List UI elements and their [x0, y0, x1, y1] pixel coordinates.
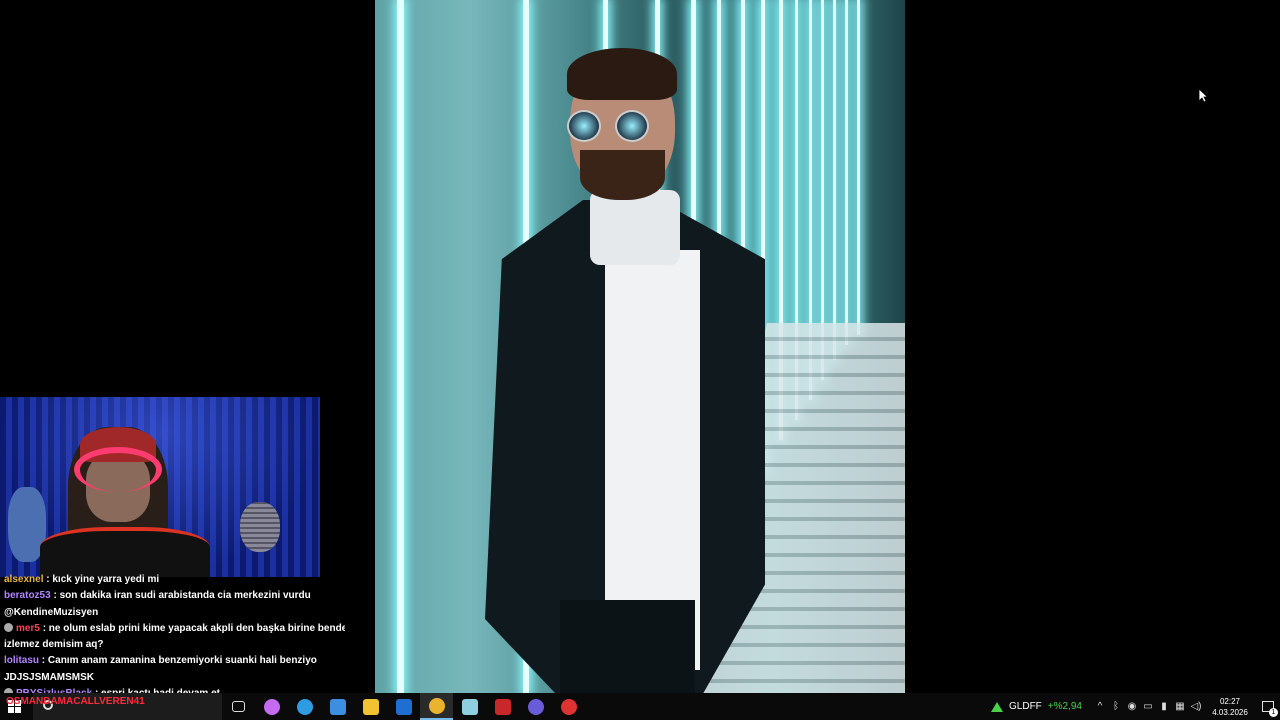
- turtleneck-collar: [590, 190, 680, 265]
- task-view-icon[interactable]: [222, 693, 255, 720]
- obs-glyph: [560, 698, 577, 715]
- network-icon[interactable]: ▦: [1172, 701, 1188, 712]
- chat-text: JDJSJSMAMSMSK: [4, 671, 95, 683]
- clock[interactable]: 02:27 4.03.2026: [1204, 696, 1256, 718]
- edge-glyph: [296, 698, 313, 715]
- neon-light: [397, 0, 404, 693]
- person-hair: [567, 48, 677, 100]
- chat-username: alsexnel: [4, 574, 44, 585]
- chat-text: : son dakika iran sudi arabistanda cia m…: [53, 590, 311, 602]
- taskbar-left: OSMANDAMACALLVEREN41: [0, 693, 222, 720]
- chevron-up-icon[interactable]: ^: [1092, 701, 1108, 712]
- webcam-overlay: [0, 397, 320, 577]
- chat-username: mer5: [16, 622, 40, 634]
- sunglasses-lens: [615, 110, 649, 142]
- outlook-icon[interactable]: [387, 693, 420, 720]
- chat-message: alsexnel : kıck yine yarra yedi mi: [0, 572, 345, 588]
- headset: [74, 447, 162, 492]
- chat-message: @KendineMuzisyen: [0, 605, 345, 621]
- taskbar: OSMANDAMACALLVEREN41 GLDFF +%2,94 ^ ᛒ ◉ …: [0, 693, 1280, 720]
- notification-center-icon[interactable]: 1: [1256, 693, 1280, 720]
- trend-up-icon: [991, 701, 1004, 712]
- sunglasses-lens: [567, 110, 601, 142]
- microphone: [240, 502, 280, 552]
- main-photo: [375, 0, 905, 693]
- obs-icon[interactable]: [552, 693, 585, 720]
- copilot-icon[interactable]: [255, 693, 288, 720]
- ticker-change: +%2,94: [1047, 701, 1082, 712]
- chat-message: beratoz53 : son dakika iran sudi arabist…: [0, 588, 345, 604]
- chat-text: izlemez demisim aq?: [4, 639, 104, 651]
- chat-text: : ne olum eslab prini kime yapacak akpli…: [42, 622, 345, 634]
- chat-message: JDJSJSMAMSMSK: [0, 670, 345, 686]
- notepad-icon[interactable]: [453, 693, 486, 720]
- store-glyph: [329, 698, 346, 715]
- overlay-name-text: OSMANDAMACALLVEREN41: [6, 696, 145, 707]
- video-editor-glyph: [494, 698, 511, 715]
- chat-badge-icon: [4, 622, 13, 632]
- stock-ticker-widget[interactable]: GLDFF +%2,94: [985, 701, 1092, 712]
- taskbar-apps: [222, 693, 585, 720]
- chat-message: lolitasu : Canım anam zamanina benzemiyo…: [0, 653, 345, 669]
- streamer-jacket: [40, 527, 210, 577]
- chat-text: : Canım anam zamanina benzemiyorki suank…: [41, 655, 317, 667]
- clock-time: 02:27: [1219, 696, 1241, 706]
- neon-light: [857, 0, 860, 335]
- notepad-glyph: [461, 698, 478, 715]
- file-explorer-glyph: [362, 698, 379, 715]
- mouse-cursor-icon: [1198, 88, 1208, 103]
- neon-light: [833, 0, 836, 360]
- clock-date: 4.03.2026: [1212, 707, 1248, 717]
- device-icon[interactable]: ▭: [1140, 701, 1156, 712]
- file-explorer-icon[interactable]: [354, 693, 387, 720]
- volume-icon[interactable]: ◁): [1188, 701, 1204, 712]
- system-tray: GLDFF +%2,94 ^ ᛒ ◉ ▭ ▮ ▦ ◁) 02:27 4.03.2…: [985, 693, 1280, 720]
- bluetooth-icon[interactable]: ᛒ: [1108, 701, 1124, 712]
- video-editor-icon[interactable]: [486, 693, 519, 720]
- store-icon[interactable]: [321, 693, 354, 720]
- chat-text: : kıck yine yarra yedi mi: [46, 574, 160, 585]
- chat-message: izlemez demisim aq?: [0, 637, 345, 653]
- task-view-glyph: [232, 701, 245, 712]
- edge-icon[interactable]: [288, 693, 321, 720]
- pants: [560, 600, 695, 693]
- outlook-glyph: [395, 698, 412, 715]
- microphone-icon[interactable]: ▮: [1156, 701, 1172, 712]
- neon-light: [845, 0, 848, 345]
- ticker-symbol: GLDFF: [1009, 701, 1042, 712]
- discord-icon[interactable]: [519, 693, 552, 720]
- chrome-icon[interactable]: [420, 693, 453, 720]
- copilot-glyph: [263, 698, 280, 715]
- chat-username: lolitasu: [4, 655, 40, 667]
- chat-username: beratoz53: [4, 590, 51, 602]
- chat-text: @KendineMuzisyen: [4, 606, 99, 618]
- chrome-glyph: [428, 697, 445, 714]
- discord-glyph: [527, 698, 544, 715]
- steam-icon[interactable]: ◉: [1124, 701, 1140, 712]
- notification-count: 1: [1269, 708, 1278, 717]
- chat-message: mer5 : ne olum eslab prini kime yapacak …: [0, 621, 345, 637]
- chat-overlay: alsexnel : kıck yine yarra yedi mi berato…: [0, 572, 345, 694]
- beard: [580, 150, 665, 200]
